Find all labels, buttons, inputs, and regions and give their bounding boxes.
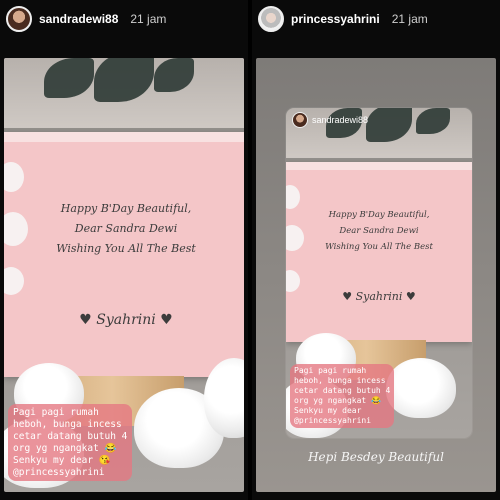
avatar[interactable] (6, 6, 32, 32)
mention-link[interactable]: @princessyahrini (294, 416, 390, 426)
greeting-card: Happy B'Day Beautiful, Dear Sandra Dewi … (286, 162, 472, 342)
story-header[interactable]: sandradewi88 21 jam (0, 0, 248, 38)
card-line: Wishing You All The Best (325, 242, 433, 252)
mention-link[interactable]: @princessyahrini (13, 467, 127, 479)
card-signature: ♥ Syahrini ♥ (79, 312, 173, 328)
username[interactable]: sandradewi88 (39, 12, 118, 26)
reposted-story[interactable]: sandradewi88 Happy B'Day Beautiful, Dear… (286, 108, 472, 438)
avatar[interactable] (258, 6, 284, 32)
story-left[interactable]: sandradewi88 21 jam Happy B'Day Beautifu… (0, 0, 248, 500)
orchid-flower (386, 358, 456, 418)
story-caption: Pagi pagi rumah heboh, bunga incess ceta… (290, 364, 395, 428)
greeting-card: Happy B'Day Beautiful, Dear Sandra Dewi … (4, 132, 244, 377)
overlay-text: Hepi Besdey Beautiful (308, 450, 444, 464)
timestamp: 21 jam (391, 12, 428, 26)
card-line: Dear Sandra Dewi (74, 222, 178, 235)
card-line: Wishing You All The Best (56, 242, 196, 255)
avatar[interactable] (292, 112, 308, 128)
card-line: Dear Sandra Dewi (339, 226, 419, 236)
username[interactable]: sandradewi88 (312, 115, 368, 125)
card-signature: ♥ Syahrini ♥ (342, 290, 416, 303)
story-caption: Pagi pagi rumah heboh, bunga incess ceta… (8, 404, 133, 481)
story-header[interactable]: princessyahrini 21 jam (252, 0, 500, 38)
story-right[interactable]: princessyahrini 21 jam sandradewi88 Happ… (252, 0, 500, 500)
timestamp: 21 jam (130, 12, 167, 26)
story-background: sandradewi88 Happy B'Day Beautiful, Dear… (256, 58, 496, 492)
repost-header[interactable]: sandradewi88 (292, 112, 368, 128)
card-line: Happy B'Day Beautiful, (328, 210, 430, 220)
card-line: Happy B'Day Beautiful, (60, 202, 192, 215)
username[interactable]: princessyahrini (291, 12, 380, 26)
story-photo: Happy B'Day Beautiful, Dear Sandra Dewi … (4, 58, 244, 492)
